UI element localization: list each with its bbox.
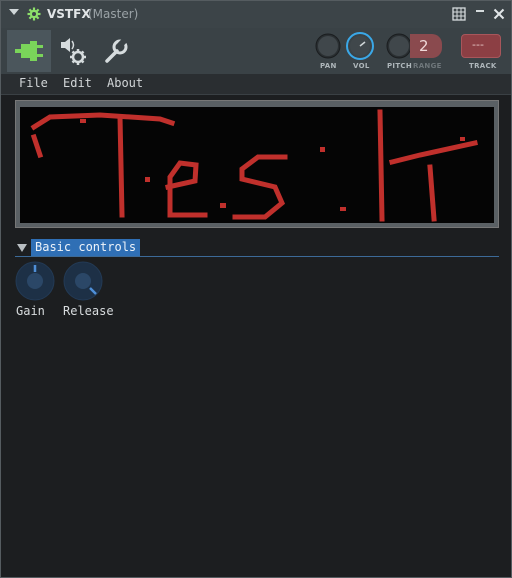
track-value: --- — [472, 38, 484, 51]
plugin-window: VSTFX (Master) PAN VOL PITCH RANGE 2 ---… — [0, 0, 512, 578]
window-menu-arrow-icon[interactable] — [9, 9, 19, 15]
led-display — [20, 107, 494, 223]
gain-knob[interactable] — [15, 261, 55, 301]
wrench-tool-button[interactable] — [95, 30, 139, 72]
pan-label: PAN — [320, 62, 337, 70]
pan-knob[interactable] — [314, 32, 342, 60]
collapse-arrow-icon[interactable] — [17, 244, 27, 252]
menu-file[interactable]: File — [19, 76, 48, 90]
led-display-text — [30, 109, 478, 222]
menu-bar: File Edit About — [1, 74, 511, 95]
range-label: RANGE — [413, 62, 442, 70]
plugin-tool-button[interactable] — [7, 30, 51, 72]
vol-label: VOL — [353, 62, 370, 70]
grid-icon[interactable] — [451, 6, 467, 22]
minimize-icon[interactable] — [472, 6, 488, 22]
range-value: 2 — [419, 37, 429, 55]
section-title[interactable]: Basic controls — [31, 239, 141, 256]
plugin-icon — [15, 41, 43, 61]
plugin-gear-icon — [27, 7, 41, 21]
title-bar[interactable]: VSTFX (Master) — [1, 1, 511, 28]
window-title: VSTFX — [47, 7, 91, 21]
pitch-label: PITCH — [387, 62, 413, 70]
settings-gear-icon — [61, 38, 86, 65]
window-subtitle: (Master) — [88, 7, 139, 21]
plugin-content: Basic controls Gain Release — [1, 95, 511, 577]
section-header: Basic controls — [15, 239, 499, 257]
menu-edit[interactable]: Edit — [63, 76, 92, 90]
track-label: TRACK — [469, 62, 497, 70]
close-icon[interactable] — [491, 6, 507, 22]
settings-tool-button[interactable] — [51, 30, 95, 72]
wrench-icon — [105, 37, 128, 63]
pitch-knob[interactable] — [385, 32, 413, 60]
release-knob[interactable] — [63, 261, 103, 301]
led-display-frame — [15, 100, 499, 228]
gain-label: Gain — [16, 304, 45, 318]
vol-knob[interactable] — [345, 31, 375, 61]
release-label: Release — [63, 304, 114, 318]
menu-about[interactable]: About — [107, 76, 143, 90]
